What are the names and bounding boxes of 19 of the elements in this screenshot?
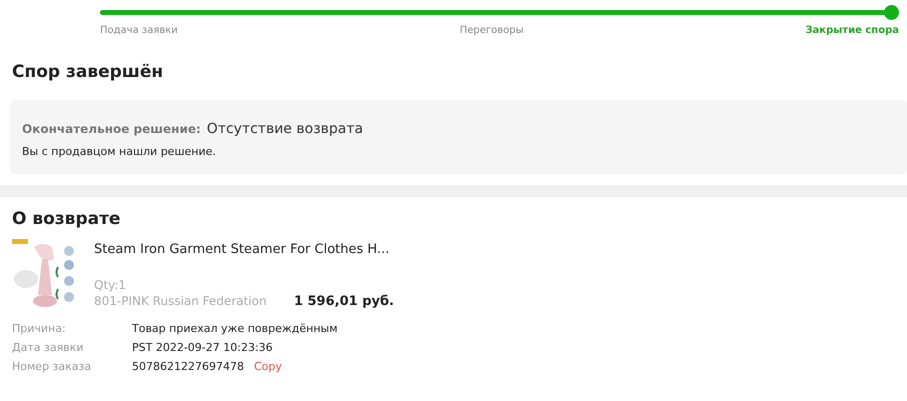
decision-value: Отсутствие возврата <box>206 121 364 137</box>
detail-value: 5078621227697478 <box>132 360 244 373</box>
detail-label: Дата заявки <box>12 341 84 354</box>
section-title: О возврате <box>12 209 122 229</box>
decision-label: Окончательное решение: <box>22 122 201 136</box>
copy-link[interactable]: Copy <box>254 360 282 373</box>
detail-label: Причина: <box>12 322 67 335</box>
product-name[interactable]: Steam Iron Garment Steamer For Clothes H... <box>94 242 394 257</box>
product-variant: 801-PINK Russian Federation <box>94 294 267 309</box>
stage-label: Подача заявки <box>100 25 178 36</box>
product-price: 1 596,01 руб. <box>294 294 394 309</box>
stage-label: Переговоры <box>460 25 524 36</box>
product-quantity: Qty:1 <box>94 278 128 292</box>
status-title: Спор завершён <box>12 62 164 82</box>
stage-label: Закрытие спора <box>805 25 899 36</box>
detail-label: Номер заказа <box>12 360 92 373</box>
decision-note: Вы с продавцом нашли решение. <box>22 145 217 158</box>
detail-value: PST 2022-09-27 10:23:36 <box>132 341 273 354</box>
detail-value: Товар приехал уже повреждённым <box>132 322 338 335</box>
